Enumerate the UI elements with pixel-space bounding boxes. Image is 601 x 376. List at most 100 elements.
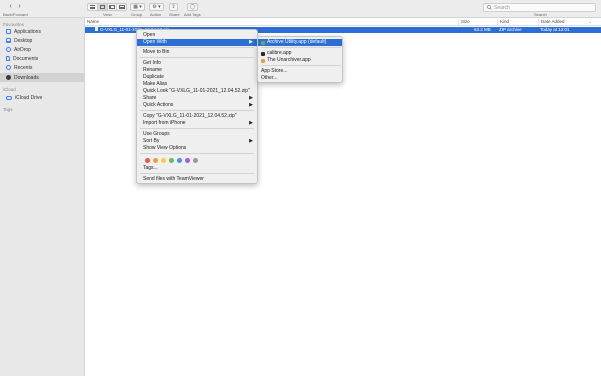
menu-separator bbox=[140, 110, 254, 111]
back-forward-label: Back/Forward bbox=[3, 12, 28, 17]
menu-item-copy[interactable]: Copy "G-VXLG_11-01-2021_12.04.52.zip" bbox=[137, 113, 257, 120]
tag-blue-dot[interactable] bbox=[177, 158, 182, 163]
menu-item-quick-actions[interactable]: Quick Actions ▶ bbox=[137, 102, 257, 109]
menu-item-show-view-options[interactable]: Show View Options bbox=[137, 145, 257, 152]
menu-item-move-to-bin[interactable]: Move to Bin bbox=[137, 49, 257, 56]
forward-button[interactable]: › bbox=[15, 3, 24, 11]
menu-separator bbox=[140, 128, 254, 129]
search-field[interactable] bbox=[483, 3, 596, 12]
grid-view-icon bbox=[99, 5, 105, 9]
menu-item-open[interactable]: Open bbox=[137, 32, 257, 39]
toolbar: ‹ › Back/Forward View ▦ ▾ Group ⚙ ▾ Acti… bbox=[0, 0, 601, 18]
open-with-submenu: Archive Utility.app (default) calibre.ap… bbox=[257, 36, 343, 83]
tag-red-dot[interactable] bbox=[145, 158, 150, 163]
column-date-added[interactable]: Date Added ⌄ bbox=[538, 19, 601, 25]
submenu-item-calibre[interactable]: calibre.app bbox=[258, 50, 342, 57]
submenu-arrow-icon: ▶ bbox=[249, 120, 253, 126]
gallery-view-button[interactable] bbox=[117, 4, 126, 10]
action-button[interactable]: ⚙ ▾ bbox=[149, 3, 164, 11]
sidebar-item-desktop[interactable]: Desktop bbox=[0, 36, 85, 45]
tag-color-picker bbox=[145, 158, 198, 163]
menu-separator bbox=[140, 47, 254, 48]
menu-item-duplicate[interactable]: Duplicate bbox=[137, 74, 257, 81]
sidebar-item-airdrop[interactable]: AirDrop bbox=[0, 45, 85, 54]
submenu-item-the-unarchiver[interactable]: The Unarchiver.app bbox=[258, 57, 342, 64]
applications-icon bbox=[6, 29, 11, 34]
sidebar-item-label: Applications bbox=[14, 28, 41, 35]
submenu-arrow-icon: ▶ bbox=[249, 95, 253, 101]
sidebar-item-documents[interactable]: Documents bbox=[0, 54, 85, 63]
tags-heading: Tags bbox=[3, 107, 13, 112]
column-name-label: Name bbox=[87, 19, 100, 24]
icon-view-button[interactable] bbox=[88, 4, 98, 10]
submenu-item-archive-utility[interactable]: Archive Utility.app (default) bbox=[258, 39, 342, 46]
menu-separator bbox=[140, 153, 254, 154]
desktop-icon bbox=[6, 38, 11, 43]
menu-separator bbox=[261, 65, 341, 66]
sidebar-item-label: Downloads bbox=[14, 74, 39, 81]
sidebar-item-downloads[interactable]: Downloads bbox=[0, 73, 85, 82]
search-input[interactable] bbox=[494, 4, 584, 11]
menu-separator bbox=[140, 57, 254, 58]
tag-grey-dot[interactable] bbox=[193, 158, 198, 163]
sidebar-item-label: iCloud Drive bbox=[15, 94, 43, 101]
add-tags-button[interactable]: ◯ bbox=[187, 3, 198, 11]
sidebar: Favourites Applications Desktop AirDrop … bbox=[0, 18, 85, 376]
menu-item-rename[interactable]: Rename bbox=[137, 67, 257, 74]
zip-file-icon bbox=[95, 27, 98, 31]
menu-item-tags[interactable]: Tags... bbox=[137, 165, 257, 172]
submenu-item-label: The Unarchiver.app bbox=[267, 57, 311, 63]
list-view-button[interactable] bbox=[97, 4, 108, 10]
menu-separator bbox=[261, 47, 341, 48]
sort-indicator-icon: ⌄ bbox=[588, 19, 592, 24]
menu-item-quick-look[interactable]: Quick Look "G-VXLG_11-01-2021_12.04.52.z… bbox=[137, 88, 257, 95]
search-icon bbox=[487, 5, 492, 10]
tag-yellow-dot[interactable] bbox=[161, 158, 166, 163]
menu-item-share[interactable]: Share ▶ bbox=[137, 95, 257, 102]
column-view-button[interactable] bbox=[108, 4, 118, 10]
icloud-icon bbox=[6, 95, 12, 100]
menu-item-get-info[interactable]: Get Info bbox=[137, 60, 257, 67]
tag-orange-dot[interactable] bbox=[153, 158, 158, 163]
view-label: View bbox=[103, 12, 112, 17]
menu-item-send-with-teamviewer[interactable]: Send files with TeamViewer bbox=[137, 176, 257, 183]
column-name[interactable]: Name bbox=[85, 19, 458, 25]
tag-green-dot[interactable] bbox=[169, 158, 174, 163]
submenu-item-app-store[interactable]: App Store... bbox=[258, 68, 342, 75]
search-label: Search bbox=[534, 12, 547, 17]
gallery-view-icon bbox=[118, 5, 125, 9]
menu-item-sort-by[interactable]: Sort By ▶ bbox=[137, 138, 257, 145]
sidebar-item-icloud-drive[interactable]: iCloud Drive bbox=[0, 93, 85, 102]
column-kind[interactable]: Kind bbox=[497, 19, 538, 25]
sidebar-item-label: Recents bbox=[14, 64, 33, 71]
share-label: Share bbox=[169, 12, 180, 17]
group-button[interactable]: ▦ ▾ bbox=[130, 3, 145, 11]
calibre-icon bbox=[261, 51, 265, 56]
menu-item-make-alias[interactable]: Make Alias bbox=[137, 81, 257, 88]
sidebar-item-label: AirDrop bbox=[14, 46, 31, 53]
submenu-item-other[interactable]: Other... bbox=[258, 75, 342, 82]
column-size[interactable]: Size bbox=[458, 19, 499, 25]
menu-item-label: Sort By bbox=[143, 138, 160, 144]
column-date-added-label: Date Added bbox=[541, 19, 565, 24]
submenu-arrow-icon: ▶ bbox=[249, 39, 253, 45]
icloud-heading: iCloud bbox=[3, 87, 16, 92]
tag-purple-dot[interactable] bbox=[185, 158, 190, 163]
sidebar-item-recents[interactable]: Recents bbox=[0, 63, 85, 72]
view-switcher bbox=[87, 3, 127, 11]
sidebar-item-label: Documents bbox=[13, 55, 39, 62]
share-button[interactable]: ⇪ bbox=[169, 3, 178, 11]
downloads-icon bbox=[6, 75, 11, 80]
menu-item-label: Import from iPhone bbox=[143, 120, 186, 126]
submenu-arrow-icon: ▶ bbox=[249, 138, 253, 144]
unarchiver-icon bbox=[261, 58, 265, 63]
back-button[interactable]: ‹ bbox=[6, 3, 15, 11]
column-view-icon bbox=[108, 5, 115, 9]
menu-item-import-from-iphone[interactable]: Import from iPhone ▶ bbox=[137, 120, 257, 127]
menu-item-open-with[interactable]: Open With ▶ bbox=[137, 39, 257, 46]
menu-item-use-groups[interactable]: Use Groups bbox=[137, 131, 257, 138]
menu-item-label: Quick Actions bbox=[143, 102, 174, 108]
submenu-arrow-icon: ▶ bbox=[249, 102, 253, 108]
column-header: Name Size Kind Date Added ⌄ bbox=[85, 18, 601, 26]
sidebar-item-applications[interactable]: Applications bbox=[0, 27, 85, 36]
